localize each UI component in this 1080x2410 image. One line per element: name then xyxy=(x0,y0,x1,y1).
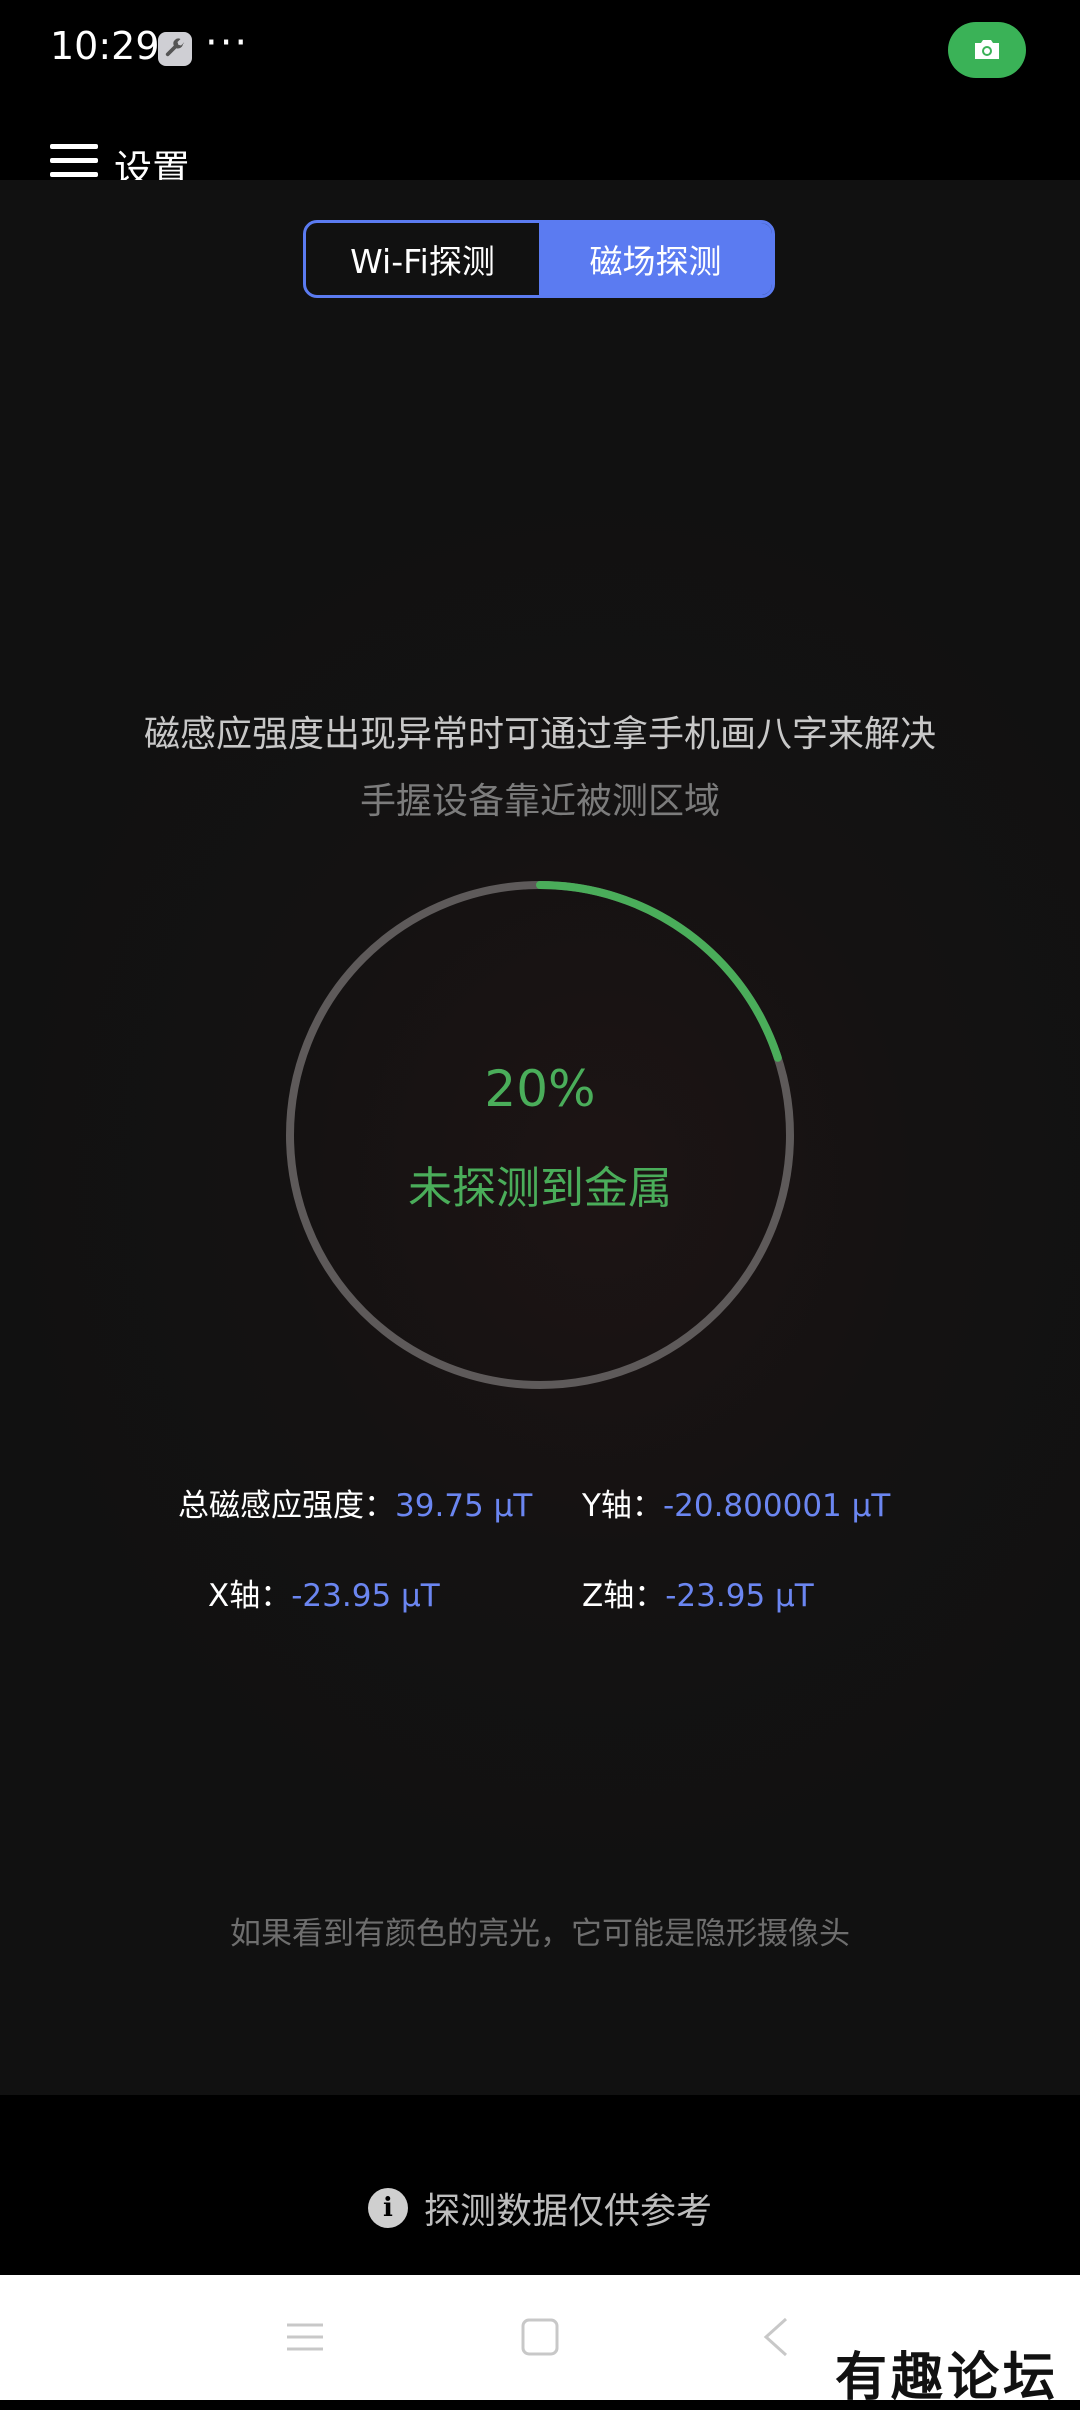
back-icon[interactable] xyxy=(758,2315,794,2359)
reading-z-value: -23.95 μT xyxy=(665,1578,814,1614)
wrench-icon xyxy=(158,32,192,66)
disclaimer: i 探测数据仅供参考 xyxy=(0,2182,1080,2234)
reading-total: 总磁感应强度：39.75 μT xyxy=(178,1480,532,1525)
main-content: Wi-Fi探测 磁场探测 磁感应强度出现异常时可通过拿手机画八字来解决 手握设备… xyxy=(0,180,1080,2095)
info-icon: i xyxy=(367,2188,408,2228)
hamburger-menu-icon[interactable] xyxy=(50,144,98,178)
reading-total-label: 总磁感应强度： xyxy=(178,1488,395,1524)
home-icon[interactable] xyxy=(520,2317,560,2357)
reading-x: X轴：-23.95 μT xyxy=(208,1570,440,1615)
tab-wifi-detect[interactable]: Wi-Fi探测 xyxy=(306,223,539,295)
usage-hint: 手握设备靠近被测区域 xyxy=(359,781,720,822)
reading-y-label: Y轴： xyxy=(582,1488,663,1524)
reading-total-value: 39.75 μT xyxy=(395,1488,533,1524)
calibration-hint: 磁感应强度出现异常时可通过拿手机画八字来解决 xyxy=(143,714,936,755)
mode-toggle: Wi-Fi探测 磁场探测 xyxy=(303,220,775,298)
camera-tip: 如果看到有颜色的亮光，它可能是隐形摄像头 xyxy=(230,1916,850,1952)
app-bar: 设置 xyxy=(0,100,1080,191)
disclaimer-text: 探测数据仅供参考 xyxy=(423,2191,712,2232)
recent-apps-icon[interactable] xyxy=(285,2317,325,2357)
detection-gauge xyxy=(286,881,794,1389)
reading-y-value: -20.800001 μT xyxy=(662,1488,891,1524)
tab-magnetic-detect[interactable]: 磁场探测 xyxy=(539,223,772,295)
status-time: 10:29 xyxy=(50,24,160,68)
reading-z-label: Z轴： xyxy=(582,1578,666,1614)
more-notifications-icon: ··· xyxy=(205,20,250,66)
gauge-percent: 20% xyxy=(484,1060,596,1118)
reading-y: Y轴：-20.800001 μT xyxy=(582,1480,890,1525)
watermark-logo: 有趣论坛 xyxy=(835,2347,1060,2408)
reading-z: Z轴：-23.95 μT xyxy=(582,1570,814,1615)
status-bar: 10:29 ··· xyxy=(0,0,1080,100)
reading-x-label: X轴： xyxy=(208,1578,292,1614)
camera-icon[interactable] xyxy=(948,22,1026,78)
reading-x-value: -23.95 μT xyxy=(291,1578,440,1614)
detection-status: 未探测到金属 xyxy=(408,1163,672,1214)
